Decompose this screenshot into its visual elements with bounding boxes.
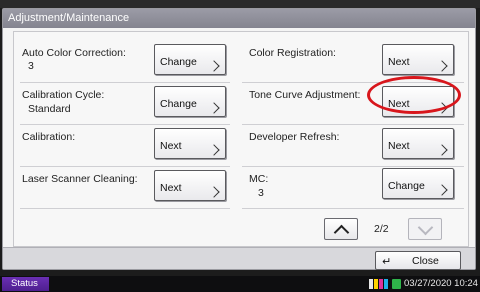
highlight-annotation [367,76,461,114]
chevron-right-icon [436,60,448,72]
close-button[interactable]: ↵ Close [375,251,461,270]
mc-label: MC: [249,173,269,185]
settings-panel: Auto Color Correction: 3 Change Color Re… [13,31,469,247]
row-divider [20,208,230,209]
screen-bezel [0,0,480,8]
status-bar: Status 03/27/2020 10:24 [0,276,480,292]
row-divider [20,166,230,167]
row-divider [242,166,464,167]
chevron-right-icon [208,102,220,114]
chevron-up-icon [333,224,350,241]
auto-color-correction-label: Auto Color Correction: [22,47,126,59]
chevron-right-icon [208,144,220,156]
laser-scanner-cleaning-next-button[interactable]: Next [154,170,226,201]
calibration-next-button[interactable]: Next [154,128,226,159]
window-title: Adjustment/Maintenance [3,9,475,28]
row-divider [242,208,464,209]
laser-scanner-cleaning-label: Laser Scanner Cleaning: [22,173,138,185]
button-label: Next [160,139,182,152]
button-label: Change [160,55,197,68]
row-divider [20,82,230,83]
button-label: Next [388,55,410,68]
calibration-cycle-change-button[interactable]: Change [154,86,226,117]
calibration-label: Calibration: [22,131,76,143]
toner-level-icon [379,279,383,289]
row-divider [20,124,230,125]
developer-refresh-next-button[interactable]: Next [382,128,454,159]
button-label: Change [388,179,425,192]
close-label: Close [412,255,439,267]
clock-icon [392,279,401,289]
chevron-right-icon [436,184,448,196]
row-divider [242,124,464,125]
chevron-right-icon [208,60,220,72]
button-label: Change [160,97,197,110]
calibration-cycle-label: Calibration Cycle: [22,89,105,101]
color-registration-next-button[interactable]: Next [382,44,454,75]
enter-icon: ↵ [382,255,392,268]
developer-refresh-label: Developer Refresh: [249,131,340,143]
adjustment-maintenance-window: Adjustment/Maintenance Auto Color Correc… [2,8,476,270]
status-button[interactable]: Status [2,277,49,291]
mc-change-button[interactable]: Change [382,168,454,199]
button-label: Next [388,139,410,152]
page-up-button[interactable] [324,218,358,241]
toner-level-icon [369,279,373,289]
auto-color-correction-value: 3 [28,60,34,72]
calibration-cycle-value: Standard [28,103,71,115]
auto-color-correction-change-button[interactable]: Change [154,44,226,75]
chevron-down-icon [417,219,434,236]
button-label: Next [160,181,182,194]
mc-value: 3 [258,187,264,199]
color-registration-label: Color Registration: [249,47,336,59]
chevron-right-icon [208,186,220,198]
toner-level-icon [374,279,378,289]
chevron-right-icon [436,144,448,156]
toner-level-icon [384,279,388,289]
page-indicator: 2/2 [374,223,389,235]
datetime-display: 03/27/2020 10:24 [404,278,478,289]
page-down-button[interactable] [408,218,442,240]
tone-curve-adjustment-label: Tone Curve Adjustment: [249,89,361,101]
